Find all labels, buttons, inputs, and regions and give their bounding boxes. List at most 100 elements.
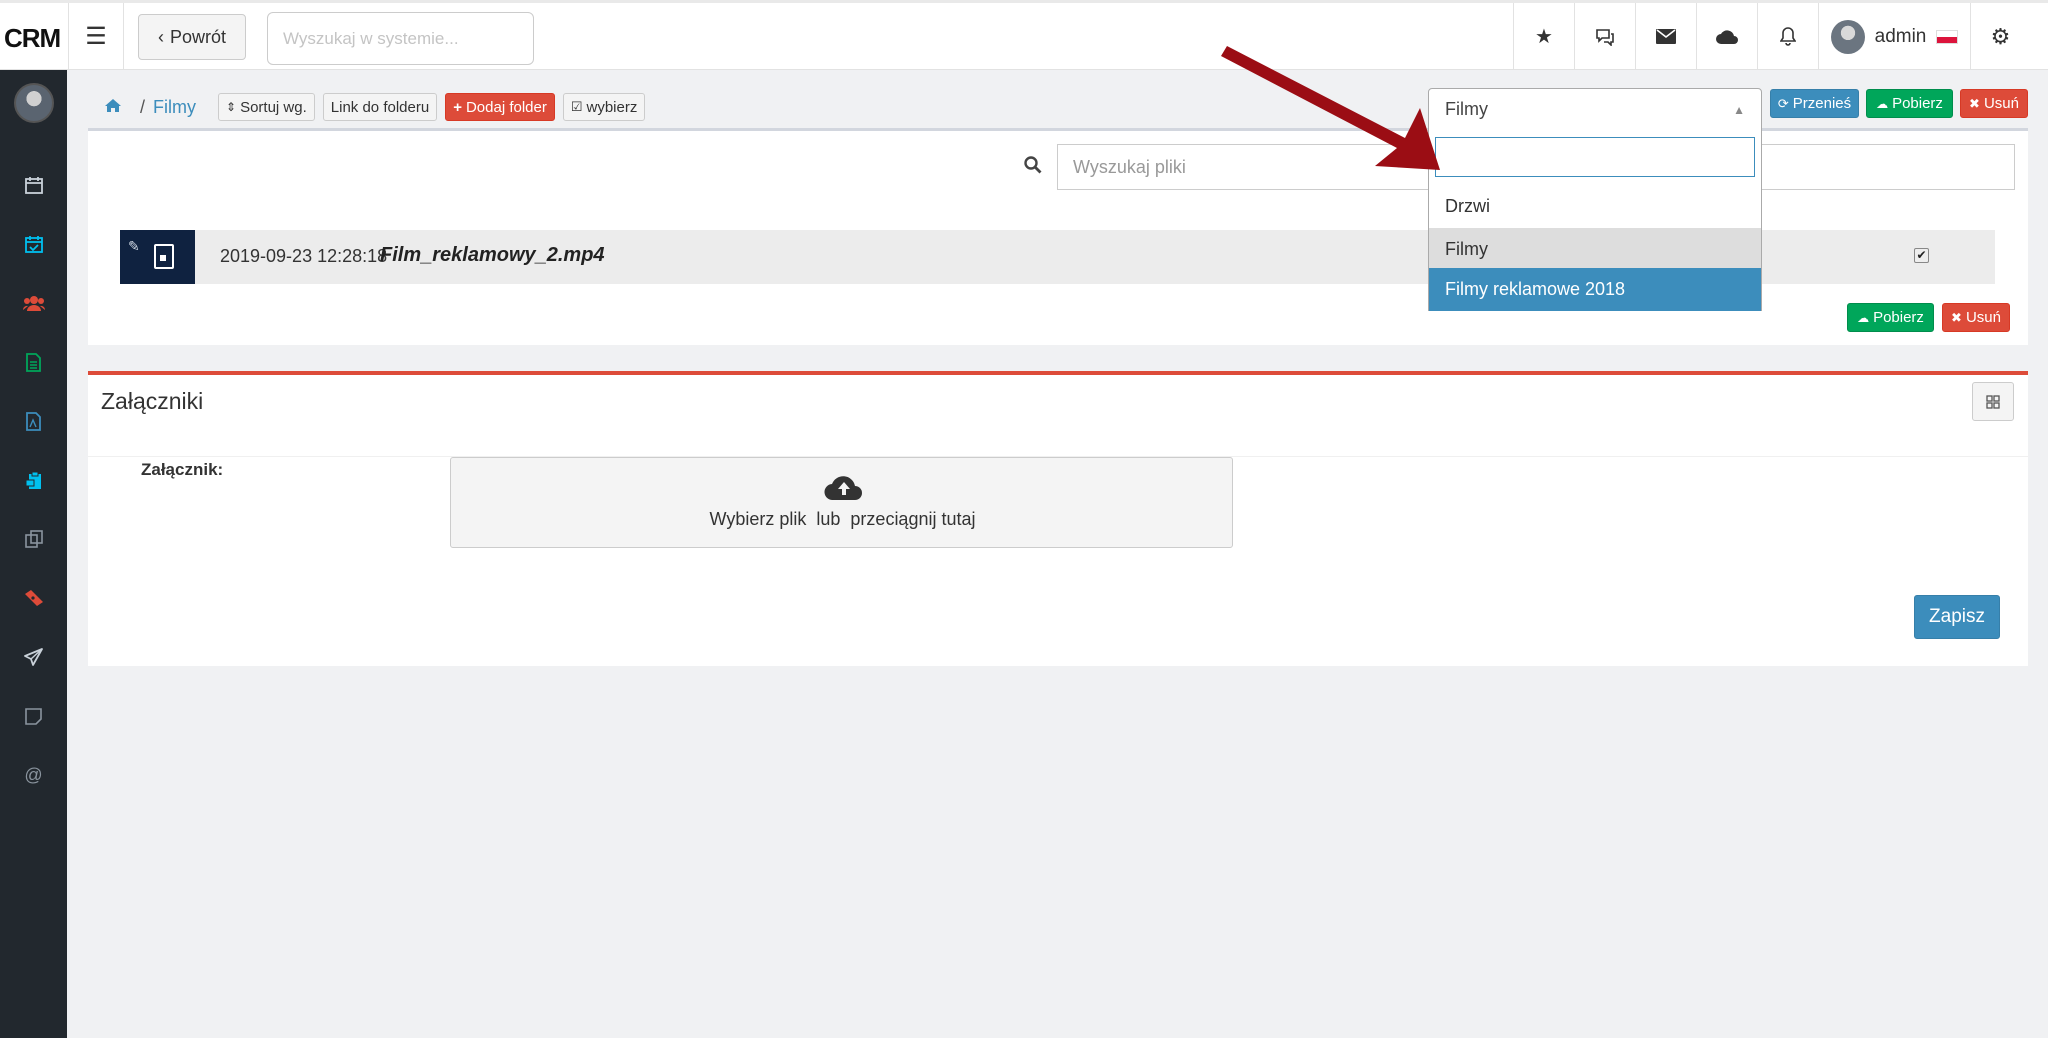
users-icon (22, 296, 45, 311)
settings-button[interactable]: ⚙ (1970, 3, 2030, 70)
file-date: 2019-09-23 12:28:18 (220, 246, 388, 266)
folder-link-label: Link do folderu (330, 98, 430, 116)
file-name[interactable]: Film_reklamowy_2.mp4 (380, 244, 605, 267)
download-button[interactable]: ☁ Pobierz (1866, 89, 1953, 118)
top-icons-group: ★ admin ⚙ (1513, 3, 2030, 70)
chat-button[interactable] (1574, 3, 1635, 70)
home-icon[interactable] (100, 97, 126, 118)
envelope-icon (1656, 29, 1676, 44)
polish-flag-icon (1936, 29, 1959, 44)
cloud-icon (1716, 30, 1738, 44)
file-thumbnail[interactable]: ✎ (120, 230, 195, 284)
sidebar-item-copy[interactable] (0, 519, 67, 559)
back-button-label: Powrót (169, 26, 227, 47)
folder-dropdown: Drzwi Filmy Filmy reklamowe 2018 (1428, 130, 1762, 311)
avatar (1830, 19, 1865, 54)
comments-icon (1596, 28, 1614, 46)
sidebar-item-send[interactable] (0, 637, 67, 677)
caret-up-icon: ▲ (1733, 102, 1745, 117)
sidebar-item-documents[interactable] (0, 342, 67, 382)
dropzone-text: Wybierz plik lub przeciągnij tutaj (451, 509, 1234, 530)
refresh-icon: ⟳ (1777, 95, 1789, 111)
cloud-upload-icon (824, 476, 862, 501)
folder-option[interactable]: Drzwi (1429, 185, 1761, 228)
sidebar-item-notes[interactable] (0, 696, 67, 736)
breadcrumb: / Filmy ⇕ Sortuj wg. Link do folderu + D… (100, 92, 646, 122)
messages-button[interactable] (1635, 3, 1696, 70)
chevron-left-icon: ‹ (157, 26, 164, 47)
cloud-download-icon: ☁ (1857, 310, 1870, 325)
file-delete-label: Usuń (1965, 309, 2001, 326)
back-button[interactable]: ‹ Powrót (138, 14, 246, 60)
sidebar-item-contacts[interactable] (0, 283, 67, 323)
sidebar-item-calendar[interactable] (0, 165, 67, 205)
ticket-icon (24, 590, 43, 606)
move-button[interactable]: ⟳ Przenieś (1770, 89, 1859, 118)
delete-button-label: Usuń (1983, 95, 2019, 112)
dropzone-drag: przeciągnij tutaj (850, 509, 976, 529)
select-mode-button[interactable]: ☑ wybierz (562, 93, 646, 121)
search-icon (1024, 156, 1042, 180)
global-search-input[interactable] (267, 12, 534, 65)
sidebar-item-tickets[interactable] (0, 578, 67, 618)
attachment-field-label: Załącznik: (141, 460, 224, 479)
attachments-title: Załączniki (101, 388, 204, 414)
favorites-button[interactable]: ★ (1513, 3, 1574, 70)
clipboard-icon (25, 471, 41, 489)
document-icon (26, 352, 41, 372)
dropzone-choose[interactable]: Wybierz plik (710, 509, 807, 529)
folder-link-button[interactable]: Link do folderu (322, 93, 438, 121)
sort-button-label: Sortuj wg. (240, 98, 307, 116)
delete-button[interactable]: ✖ Usuń (1960, 89, 2028, 118)
folder-option-selected[interactable]: Filmy (1429, 228, 1761, 271)
add-folder-label: Dodaj folder (465, 98, 547, 116)
sidebar-item-clipboard[interactable] (0, 460, 67, 500)
folder-select[interactable]: Filmy ▲ (1428, 88, 1762, 131)
add-folder-button[interactable]: + Dodaj folder (445, 93, 555, 121)
breadcrumb-separator: / (140, 96, 146, 117)
times-icon: ✖ (1969, 95, 1980, 111)
user-menu[interactable]: admin (1818, 3, 1970, 70)
sort-icon: ⇕ (226, 100, 237, 114)
sidebar-item-email[interactable]: @ (0, 755, 67, 795)
menu-toggle-button[interactable]: ☰ (68, 3, 124, 70)
plus-icon: + (453, 98, 462, 116)
hamburger-icon: ☰ (85, 23, 107, 50)
cloud-button[interactable] (1696, 3, 1757, 70)
download-button-label: Pobierz (1892, 95, 1943, 112)
breadcrumb-current[interactable]: Filmy (153, 97, 196, 118)
file-download-label: Pobierz (1873, 309, 1924, 326)
sort-button[interactable]: ⇕ Sortuj wg. (218, 93, 315, 121)
move-button-label: Przenieś (1792, 95, 1852, 112)
folder-dropdown-search-input[interactable] (1435, 137, 1755, 177)
panel-toggle-button[interactable] (1972, 382, 2014, 421)
star-icon: ★ (1535, 26, 1553, 48)
edit-icon[interactable]: ✎ (128, 238, 140, 255)
file-checkbox[interactable]: ✔ (1914, 248, 1929, 263)
video-file-icon (154, 244, 174, 269)
folder-option-highlighted[interactable]: Filmy reklamowe 2018 (1429, 268, 1761, 311)
notifications-button[interactable] (1757, 3, 1818, 70)
dropzone-or: lub (816, 509, 841, 529)
bell-icon (1780, 27, 1796, 46)
sidebar-item-pdf[interactable] (0, 401, 67, 441)
file-dropzone[interactable]: Wybierz plik lub przeciągnij tutaj (450, 457, 1233, 548)
brand-logo[interactable]: CRM (4, 23, 61, 54)
at-icon: @ (24, 764, 43, 785)
sidebar-avatar[interactable] (14, 83, 54, 123)
file-download-button[interactable]: ☁ Pobierz (1847, 303, 1934, 332)
grid-icon (1986, 394, 2000, 409)
times-icon: ✖ (1951, 309, 1962, 325)
calendar-icon (24, 177, 43, 194)
calendar-check-icon (24, 236, 43, 253)
note-icon (25, 707, 42, 725)
save-button[interactable]: Zapisz (1914, 595, 2000, 639)
select-mode-label: wybierz (586, 98, 638, 116)
copy-icon (24, 530, 43, 548)
file-delete-button[interactable]: ✖ Usuń (1942, 303, 2010, 332)
annotation-arrow-icon (1221, 46, 1440, 170)
sidebar-item-tasks[interactable] (0, 224, 67, 264)
top-navbar: CRM ☰ ‹ Powrót ★ admin ⚙ (0, 0, 2048, 70)
gears-icon: ⚙ (1990, 23, 2011, 49)
send-icon (24, 648, 43, 666)
